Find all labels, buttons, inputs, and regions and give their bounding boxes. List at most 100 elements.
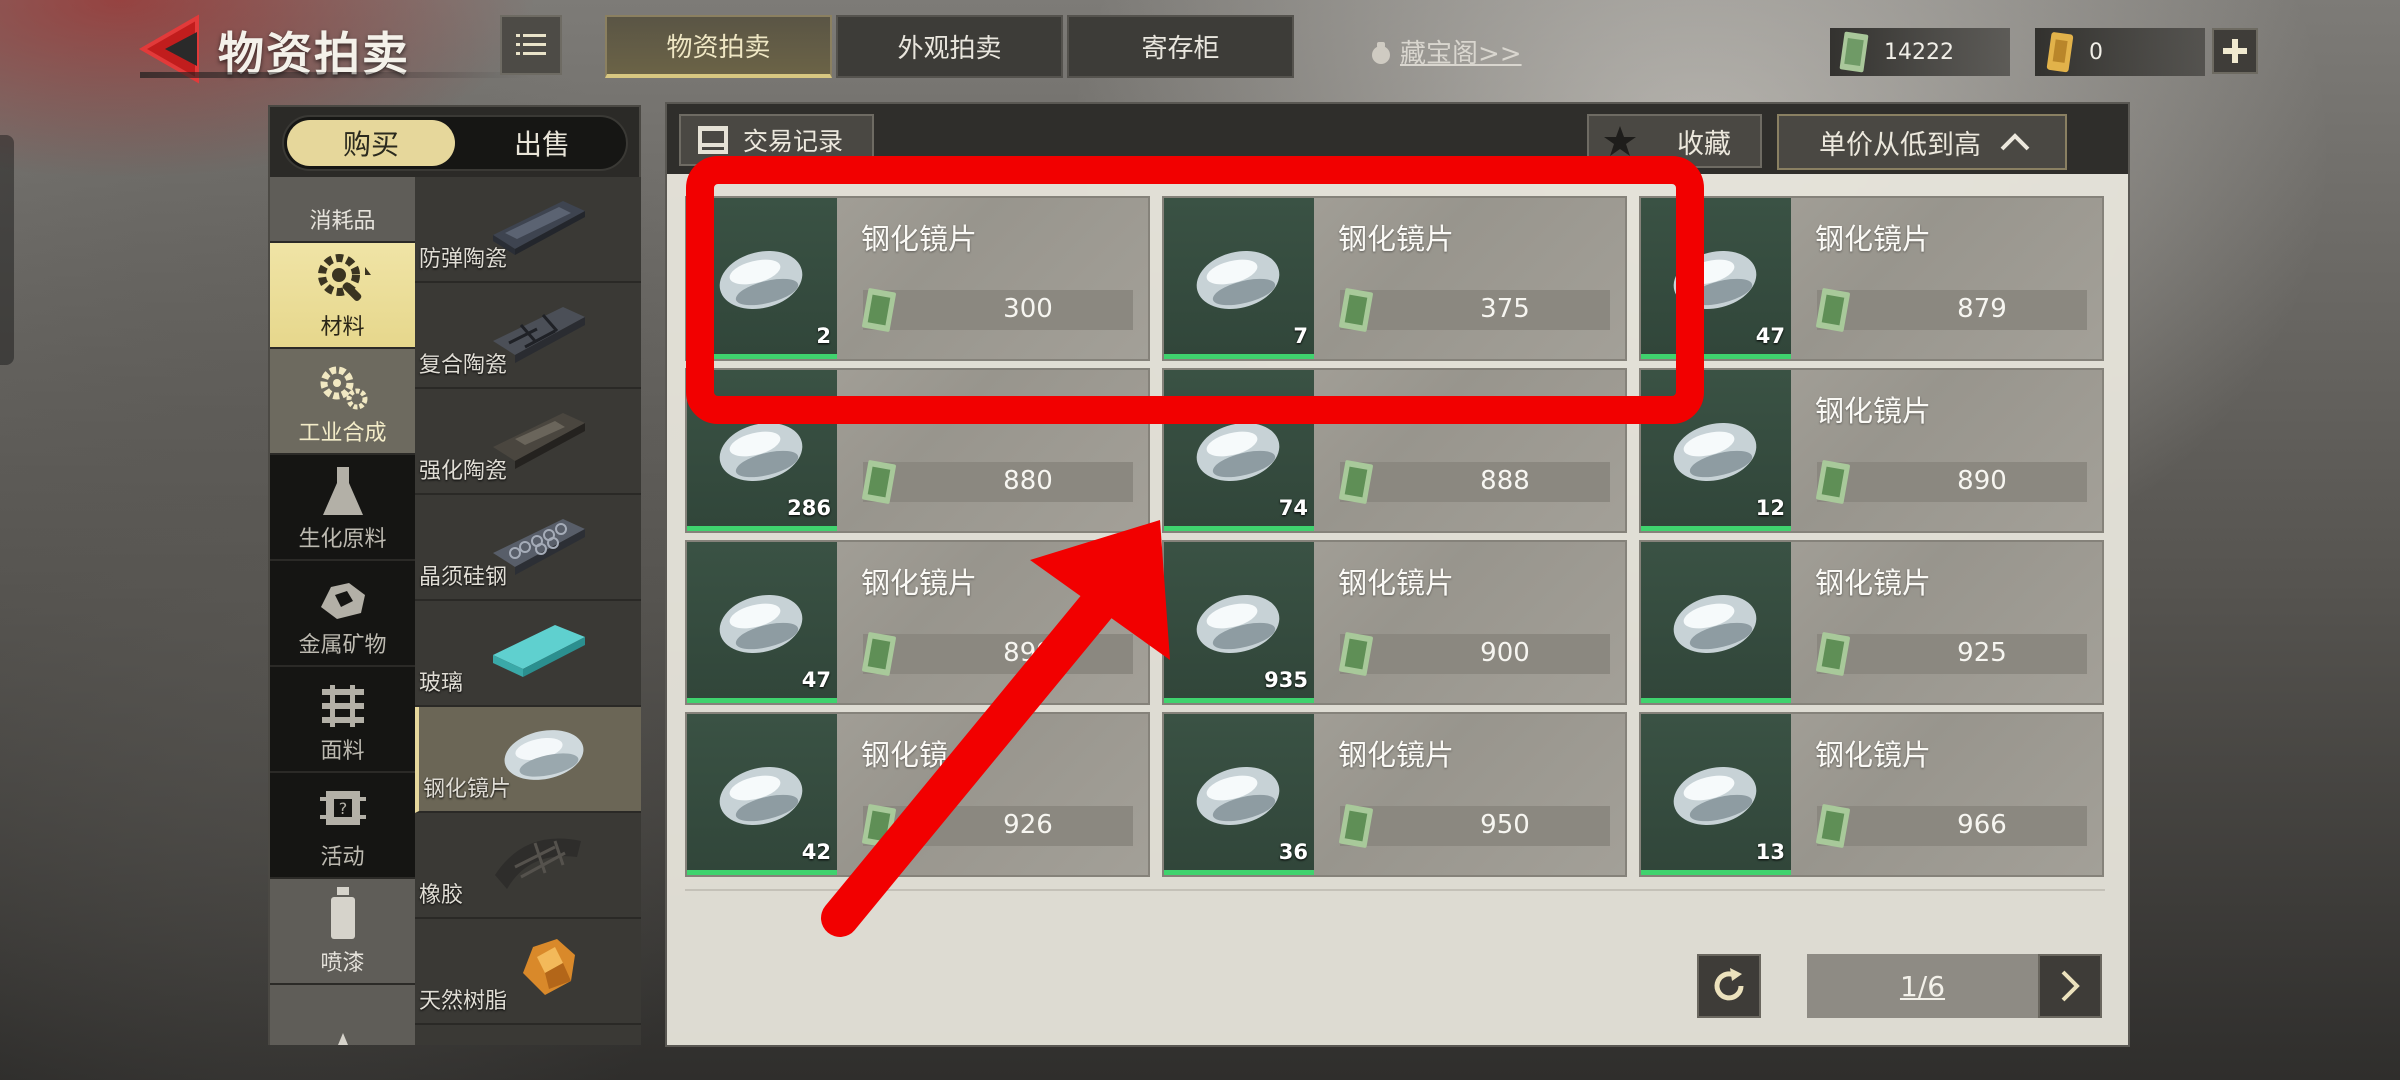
favorite-button[interactable]: 收藏 xyxy=(1587,114,1762,168)
listing-card[interactable]: 2 钢化镜片 300 xyxy=(685,196,1150,361)
price-bar: 880 xyxy=(862,460,1133,504)
subcategory-label: 防弹陶瓷 xyxy=(419,247,508,272)
ticket-icon xyxy=(2046,32,2074,73)
category-materials[interactable]: 材料 xyxy=(270,243,415,349)
subcategory-rubber[interactable]: 橡胶 xyxy=(415,813,641,919)
item-thumbnail: 42 xyxy=(687,714,837,875)
category-vehicle[interactable] xyxy=(270,985,415,1045)
cash-icon xyxy=(1816,460,1850,504)
item-thumbnail: 2 xyxy=(687,198,837,359)
category-spray[interactable]: 喷漆 xyxy=(270,879,415,985)
category-biochem[interactable]: 生化原料 xyxy=(270,455,415,561)
category-list: 消耗品 材料 工业合成 生化原料 金属矿物 面料 ? 活动 喷漆 xyxy=(270,177,415,1045)
ledger-icon xyxy=(698,126,728,154)
edge-handle xyxy=(0,135,14,365)
listing-card[interactable]: 36 钢化镜片 950 xyxy=(1162,712,1627,877)
category-event[interactable]: ? 活动 xyxy=(270,773,415,879)
tab-storage-locker[interactable]: 寄存柜 xyxy=(1067,15,1294,78)
item-thumbnail: 47 xyxy=(687,542,837,703)
page-indicator[interactable]: 1/6 xyxy=(1807,970,2038,1003)
category-industrial-label: 工业合成 xyxy=(298,421,387,446)
trade-record-button[interactable]: 交易记录 xyxy=(679,114,874,166)
item-thumbnail: 935 xyxy=(1164,542,1314,703)
subcategory-glass[interactable]: 玻璃 xyxy=(415,601,641,707)
lens-icon xyxy=(1673,250,1757,310)
subcategory-whisker-silicon-steel[interactable]: 晶须硅钢 xyxy=(415,495,641,601)
lens-icon xyxy=(504,730,584,780)
price-bar: 966 xyxy=(1816,804,2087,848)
add-currency-button[interactable] xyxy=(2212,28,2258,74)
lens-icon xyxy=(1196,766,1280,826)
menu-button[interactable] xyxy=(500,15,562,75)
item-name: 钢化镜片 xyxy=(1338,566,1455,600)
ticket-balance: 0 xyxy=(2035,28,2205,76)
listing-card[interactable]: 7 钢化镜片 375 xyxy=(1162,196,1627,361)
buy-toggle[interactable]: 购买 xyxy=(287,120,455,166)
item-name: 钢化镜片 xyxy=(1815,738,1932,772)
item-quantity: 47 xyxy=(1755,324,1785,348)
item-thumbnail: 47 xyxy=(1641,198,1791,359)
spray-can-icon xyxy=(330,887,355,939)
refresh-button[interactable] xyxy=(1697,954,1761,1018)
flask-icon xyxy=(322,467,363,515)
listing-card[interactable]: 42 钢化镜 926 xyxy=(685,712,1150,877)
item-name: 钢化镜片 xyxy=(861,222,978,256)
cash-icon xyxy=(862,460,896,504)
item-price: 899 xyxy=(1003,638,1053,668)
subcategory-ballistic-ceramic[interactable]: 防弹陶瓷 xyxy=(415,177,641,283)
item-quantity: 286 xyxy=(787,496,831,520)
item-thumbnail: 36 xyxy=(1164,714,1314,875)
listing-card[interactable]: 74 888 xyxy=(1162,368,1627,533)
grid-divider xyxy=(685,889,2105,891)
item-name: 钢化镜 xyxy=(861,738,949,772)
tab-item-auction[interactable]: 物资拍卖 xyxy=(605,15,832,78)
sort-dropdown[interactable]: 单价从低到高 xyxy=(1777,114,2067,170)
tab-appearance-auction[interactable]: 外观拍卖 xyxy=(836,15,1063,78)
subcategory-label: 玻璃 xyxy=(419,671,464,696)
item-price: 926 xyxy=(1003,810,1053,840)
item-price: 879 xyxy=(1957,294,2007,324)
subcategory-natural-resin[interactable]: 天然树脂 xyxy=(415,919,641,1025)
lens-icon xyxy=(1196,594,1280,654)
sort-label: 单价从低到高 xyxy=(1819,129,1981,161)
subcategory-tempered-lens[interactable]: 钢化镜片 xyxy=(415,707,641,813)
cash-icon xyxy=(1339,632,1373,676)
listing-card[interactable]: 钢化镜片 925 xyxy=(1639,540,2104,705)
item-quantity: 74 xyxy=(1278,496,1308,520)
listing-card[interactable]: 13 钢化镜片 966 xyxy=(1639,712,2104,877)
item-quantity: 7 xyxy=(1293,324,1308,348)
listing-card[interactable]: 12 钢化镜片 890 xyxy=(1639,368,2104,533)
category-consumables[interactable]: 消耗品 xyxy=(270,177,415,243)
cash-icon xyxy=(1339,288,1373,332)
svg-text:?: ? xyxy=(338,799,347,818)
sell-toggle[interactable]: 出售 xyxy=(458,117,626,169)
category-metal-ore[interactable]: 金属矿物 xyxy=(270,561,415,667)
category-fabric-label: 面料 xyxy=(320,739,365,764)
category-consumables-label: 消耗品 xyxy=(309,209,376,234)
category-industrial-synthesis[interactable]: 工业合成 xyxy=(270,349,415,455)
listing-card[interactable]: 286 880 xyxy=(685,368,1150,533)
lens-icon xyxy=(1673,766,1757,826)
subcategory-label: 强化陶瓷 xyxy=(419,459,508,484)
subcategory-composite-ceramic[interactable]: 复合陶瓷 xyxy=(415,283,641,389)
item-name: 钢化镜片 xyxy=(1815,394,1932,428)
listing-card[interactable]: 47 钢化镜片 899 xyxy=(685,540,1150,705)
item-price: 900 xyxy=(1480,638,1530,668)
refresh-icon xyxy=(1714,968,1744,1001)
plus-icon xyxy=(2223,39,2247,63)
category-materials-label: 材料 xyxy=(320,315,365,340)
money-bag-icon xyxy=(1372,41,1390,64)
listing-card[interactable]: 47 钢化镜片 879 xyxy=(1639,196,2104,361)
cash-icon xyxy=(1816,804,1850,848)
subcategory-reinforced-ceramic[interactable]: 强化陶瓷 xyxy=(415,389,641,495)
treasure-pavilion-link[interactable]: 藏宝阁>> xyxy=(1368,33,1522,70)
next-page-button[interactable] xyxy=(2038,954,2102,1018)
listing-card[interactable]: 935 钢化镜片 900 xyxy=(1162,540,1627,705)
cash-icon xyxy=(1839,31,1869,73)
top-tabs: 物资拍卖 外观拍卖 寄存柜 xyxy=(605,15,1294,78)
category-spray-label: 喷漆 xyxy=(320,951,365,976)
item-quantity: 935 xyxy=(1264,668,1308,692)
cash-icon xyxy=(862,632,896,676)
category-panel: 购买 出售 消耗品 材料 工业合成 生化原料 金属矿物 面料 ? 活动 喷漆 防… xyxy=(268,105,641,1045)
category-fabric[interactable]: 面料 xyxy=(270,667,415,773)
